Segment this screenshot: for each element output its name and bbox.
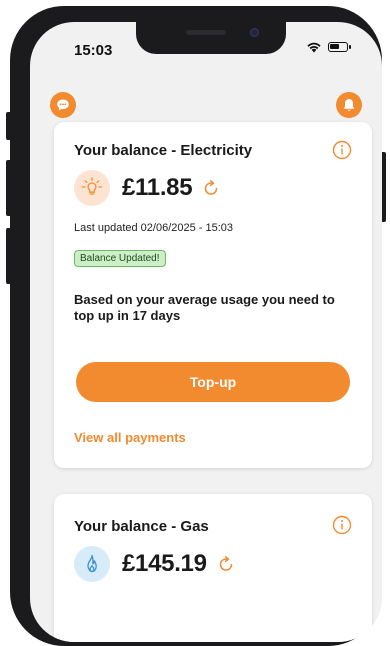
electricity-balance-amount: £11.85	[122, 174, 193, 201]
gas-card-title: Your balance - Gas	[74, 518, 209, 535]
electricity-card-title: Your balance - Electricity	[74, 142, 253, 159]
lightbulb-icon	[81, 177, 103, 195]
status-time: 15:03	[74, 42, 113, 59]
gas-icon-circle	[74, 546, 110, 582]
notifications-button[interactable]	[336, 92, 362, 118]
view-all-payments-link[interactable]: View all payments	[74, 430, 186, 445]
notch	[136, 22, 286, 54]
balance-updated-badge: Balance Updated!	[74, 250, 166, 267]
chat-button[interactable]	[50, 92, 76, 118]
topup-button[interactable]: Top-up	[76, 362, 350, 402]
info-icon[interactable]	[332, 515, 352, 535]
gas-balance-amount: £145.19	[122, 550, 207, 577]
phone-frame: 15:03 Your balance - Electricity £11.85 …	[10, 6, 382, 646]
gas-balance-row: £145.19	[74, 546, 235, 582]
electricity-last-updated: Last updated 02/06/2025 - 15:03	[74, 222, 234, 234]
camera	[250, 28, 259, 37]
flame-icon	[87, 554, 97, 573]
wifi-icon	[307, 42, 321, 53]
top-bar	[30, 92, 382, 126]
status-icons	[306, 41, 351, 53]
refresh-icon[interactable]	[202, 179, 220, 197]
refresh-icon[interactable]	[217, 555, 235, 573]
speaker	[186, 30, 226, 35]
electricity-balance-card: Your balance - Electricity £11.85 Last u…	[54, 122, 372, 468]
electricity-icon-circle	[74, 170, 110, 206]
electricity-balance-row: £11.85	[74, 170, 220, 206]
chat-bubble-icon	[57, 99, 69, 111]
info-icon[interactable]	[332, 140, 352, 160]
app-screen: 15:03 Your balance - Electricity £11.85 …	[30, 22, 382, 642]
battery-icon	[328, 42, 351, 52]
usage-message: Based on your average usage you need to …	[74, 292, 335, 323]
gas-balance-card: Your balance - Gas £145.19	[54, 494, 372, 642]
bell-icon	[343, 98, 355, 111]
